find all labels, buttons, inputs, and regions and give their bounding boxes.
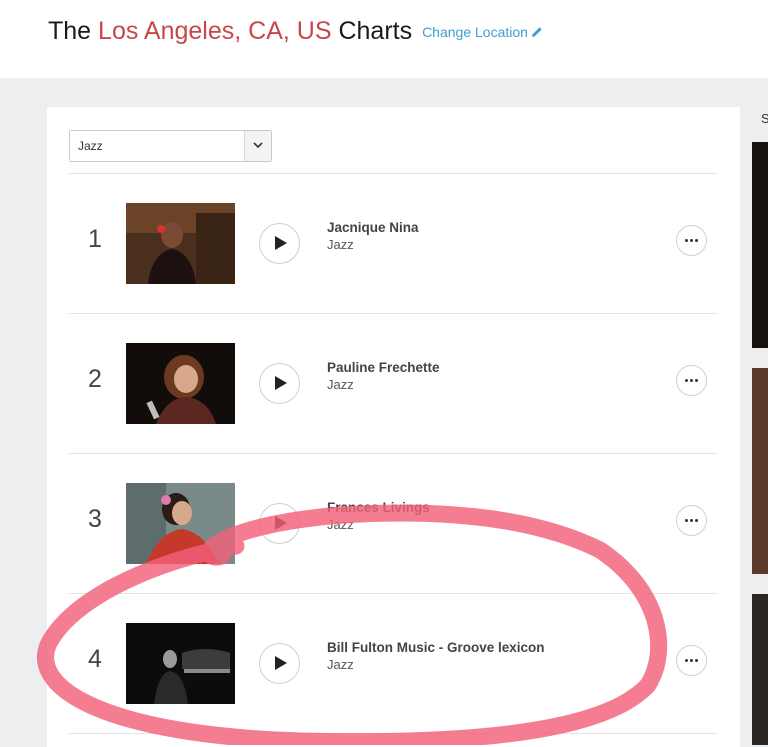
select-arrow [244, 131, 271, 161]
track-rank: 1 [88, 225, 102, 253]
chart-row: 2 Pauline Frechette Jazz [69, 313, 717, 453]
chart-row: 1 Jacnique Nina Jazz [69, 173, 717, 313]
track-rank: 2 [88, 365, 102, 393]
track-genre: Jazz [327, 377, 354, 392]
play-icon [275, 516, 287, 530]
page-header: The Los Angeles, CA, US Charts Change Lo… [0, 0, 768, 78]
track-genre: Jazz [327, 237, 354, 252]
genre-select-value: Jazz [78, 139, 103, 153]
play-icon [275, 376, 287, 390]
track-title[interactable]: Frances Livings [327, 500, 430, 515]
track-title[interactable]: Bill Fulton Music - Groove lexicon [327, 640, 545, 655]
title-location: Los Angeles, CA, US [98, 17, 332, 45]
title-prefix: The [48, 17, 92, 45]
track-thumbnail[interactable] [126, 623, 235, 704]
more-options-button[interactable] [676, 505, 707, 536]
divider [69, 733, 717, 734]
play-button[interactable] [259, 643, 300, 684]
play-icon [275, 236, 287, 250]
play-icon [275, 656, 287, 670]
track-rank: 3 [88, 505, 102, 533]
chart-row: 3 Frances Livings Jazz [69, 453, 717, 593]
more-options-button[interactable] [676, 365, 707, 396]
track-thumbnail[interactable] [126, 483, 235, 564]
pencil-icon [531, 25, 543, 41]
track-genre: Jazz [327, 517, 354, 532]
track-genre: Jazz [327, 657, 354, 672]
track-title[interactable]: Jacnique Nina [327, 220, 419, 235]
charts-panel: Jazz 1 Jacnique Nina Jazz 2 Pauline Frec… [47, 107, 740, 747]
more-options-button[interactable] [676, 225, 707, 256]
change-location-link[interactable]: Change Location [422, 24, 543, 40]
chart-row: 4 Bill Fulton Music - Groove lexicon Jaz… [69, 593, 717, 733]
change-location-label: Change Location [422, 24, 528, 40]
title-suffix: Charts [338, 17, 413, 45]
sidebar-thumbnail[interactable] [752, 594, 768, 745]
play-button[interactable] [259, 223, 300, 264]
genre-select[interactable]: Jazz [69, 130, 272, 162]
track-thumbnail[interactable] [126, 203, 235, 284]
page-title: The Los Angeles, CA, US Charts Change Lo… [48, 17, 543, 46]
sidebar-thumbnail[interactable] [752, 368, 768, 574]
track-title[interactable]: Pauline Frechette [327, 360, 440, 375]
play-button[interactable] [259, 503, 300, 544]
play-button[interactable] [259, 363, 300, 404]
track-rank: 4 [88, 645, 102, 673]
more-options-button[interactable] [676, 645, 707, 676]
track-thumbnail[interactable] [126, 343, 235, 424]
sidebar-heading: S [761, 111, 768, 126]
chevron-down-icon [253, 142, 263, 149]
sidebar-thumbnail[interactable] [752, 142, 768, 348]
